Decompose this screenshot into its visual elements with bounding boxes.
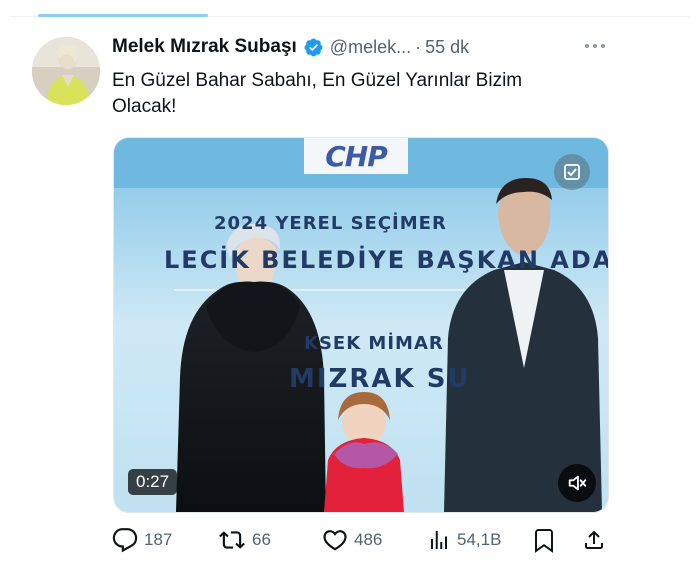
repost-button[interactable]: 66 bbox=[218, 525, 271, 555]
tweet-text-line: En Güzel Bahar Sabahı, En Güzel Yarınlar… bbox=[112, 70, 523, 91]
reply-count: 187 bbox=[144, 530, 173, 549]
timestamp[interactable]: 55 dk bbox=[425, 37, 469, 58]
repost-count: 66 bbox=[252, 530, 271, 549]
avatar[interactable] bbox=[32, 37, 100, 105]
views-button[interactable]: 54,1B bbox=[427, 525, 501, 555]
bookmark-icon bbox=[535, 529, 553, 553]
separator-dot: · bbox=[415, 36, 422, 57]
bookmark-button[interactable] bbox=[532, 525, 562, 555]
more-horizontal-icon bbox=[585, 44, 605, 48]
tweet-header: Melek Mızrak Subaşı @melek... · 55 dk bbox=[112, 34, 469, 60]
author-name[interactable]: Melek Mızrak Subaşı bbox=[112, 36, 297, 58]
banner-line-4: MIZRAK SU bbox=[289, 364, 471, 394]
author-handle[interactable]: @melek... bbox=[330, 37, 411, 58]
repost-icon bbox=[219, 531, 245, 549]
tweet-actions: 187 66 486 54,1B bbox=[112, 525, 612, 555]
banner-line-1: 2024 YEREL SEÇİMER bbox=[214, 213, 447, 234]
video-media[interactable]: CHP 2024 YEREL SEÇİMER LECİK BELEDİYE BA… bbox=[113, 137, 609, 513]
tweet-text-line: Olacak! bbox=[112, 96, 177, 117]
views-chart-icon bbox=[431, 531, 447, 549]
share-button[interactable] bbox=[582, 525, 612, 555]
verified-badge-icon bbox=[303, 37, 324, 58]
tweet[interactable]: Melek Mızrak Subaşı @melek... · 55 dk En… bbox=[0, 0, 700, 574]
more-options-button[interactable] bbox=[580, 36, 610, 56]
mute-button[interactable] bbox=[558, 464, 596, 502]
tweet-text: En Güzel Bahar Sabahı, En Güzel Yarınlar… bbox=[112, 68, 612, 120]
banner-line-3: KSEK MİMAR bbox=[304, 333, 444, 354]
chp-logo: CHP bbox=[304, 138, 408, 174]
video-duration: 0:27 bbox=[128, 469, 178, 495]
like-button[interactable]: 486 bbox=[322, 525, 382, 555]
reply-icon bbox=[112, 528, 138, 553]
muted-speaker-icon bbox=[568, 475, 587, 491]
like-count: 486 bbox=[354, 530, 383, 549]
views-count: 54,1B bbox=[457, 530, 502, 549]
banner-line-2: LECİK BELEDİYE BAŞKAN ADAY bbox=[164, 246, 609, 274]
share-icon bbox=[585, 530, 603, 549]
media-badge-icon bbox=[554, 154, 590, 190]
video-frame bbox=[114, 138, 608, 512]
heart-icon bbox=[323, 530, 347, 551]
reply-button[interactable]: 187 bbox=[112, 525, 172, 555]
